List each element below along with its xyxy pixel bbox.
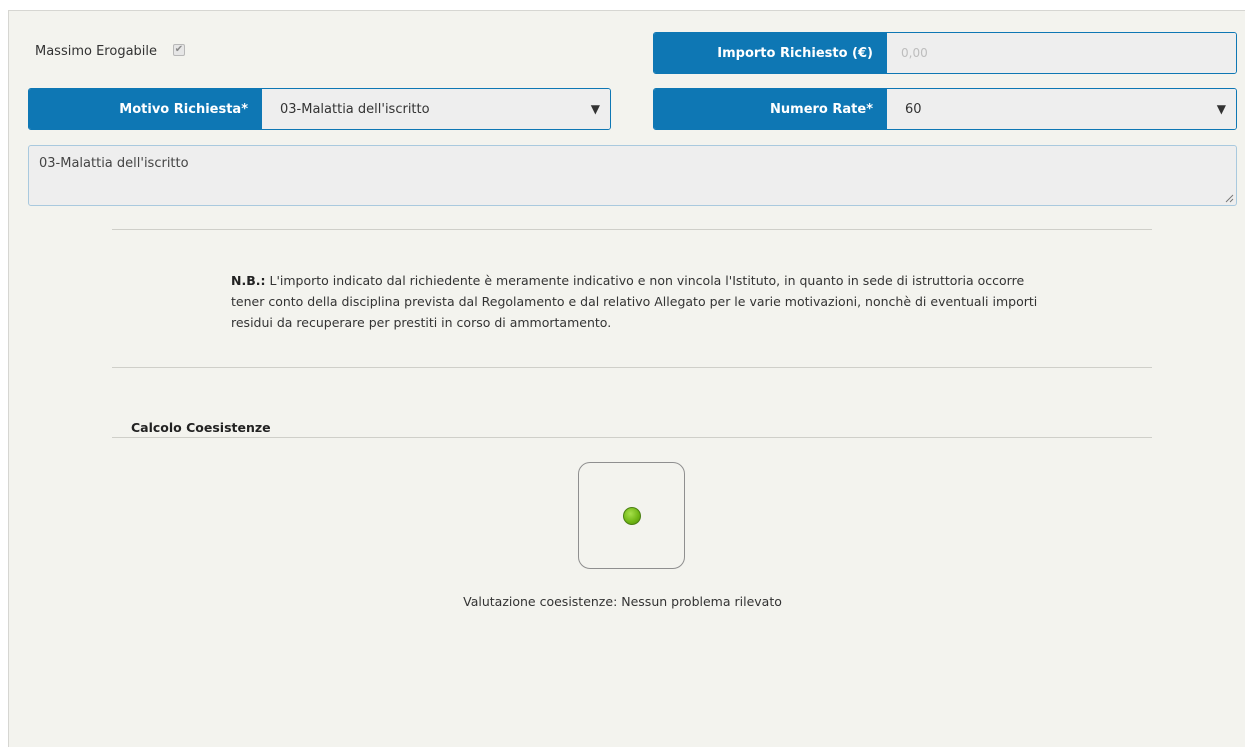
numero-rate-value: 60 xyxy=(905,101,922,117)
divider xyxy=(112,367,1152,368)
importo-richiesto-field: Importo Richiesto (€) 0,00 xyxy=(653,32,1237,74)
triangle-down-icon: ▼ xyxy=(1216,102,1226,116)
motivo-richiesta-label: Motivo Richiesta* xyxy=(29,89,262,129)
numero-rate-label: Numero Rate* xyxy=(654,89,887,129)
massimo-erogabile-checkbox[interactable]: ✔ xyxy=(173,44,185,56)
resize-grip-icon[interactable] xyxy=(1224,193,1234,203)
motivo-description-textarea[interactable]: 03-Malattia dell'iscritto xyxy=(28,145,1237,206)
checkmark-icon: ✔ xyxy=(174,44,184,55)
coesistenze-title: Calcolo Coesistenze xyxy=(131,420,271,435)
disclaimer-note: N.B.: L'importo indicato dal richiedente… xyxy=(231,270,1051,333)
triangle-down-icon: ▼ xyxy=(590,102,600,116)
motivo-richiesta-value: 03-Malattia dell'iscritto xyxy=(280,101,430,117)
importo-richiesto-label: Importo Richiesto (€) xyxy=(654,33,887,73)
note-prefix: N.B.: xyxy=(231,273,266,288)
importo-richiesto-input[interactable]: 0,00 xyxy=(887,33,1236,73)
note-text: L'importo indicato dal richiedente è mer… xyxy=(231,273,1038,330)
numero-rate-field: Numero Rate* 60 ▼ xyxy=(653,88,1237,130)
status-light-box xyxy=(578,462,685,569)
coesistenze-status-text: Valutazione coesistenze: Nessun problema… xyxy=(463,594,782,609)
green-light-icon xyxy=(623,507,641,525)
divider xyxy=(112,229,1152,230)
massimo-erogabile-label: Massimo Erogabile xyxy=(35,44,158,59)
motivo-richiesta-field: Motivo Richiesta* 03-Malattia dell'iscri… xyxy=(28,88,611,130)
motivo-richiesta-select[interactable]: 03-Malattia dell'iscritto ▼ xyxy=(262,89,610,129)
motivo-description-text: 03-Malattia dell'iscritto xyxy=(39,156,189,171)
divider xyxy=(112,437,1152,438)
numero-rate-select[interactable]: 60 ▼ xyxy=(887,89,1236,129)
